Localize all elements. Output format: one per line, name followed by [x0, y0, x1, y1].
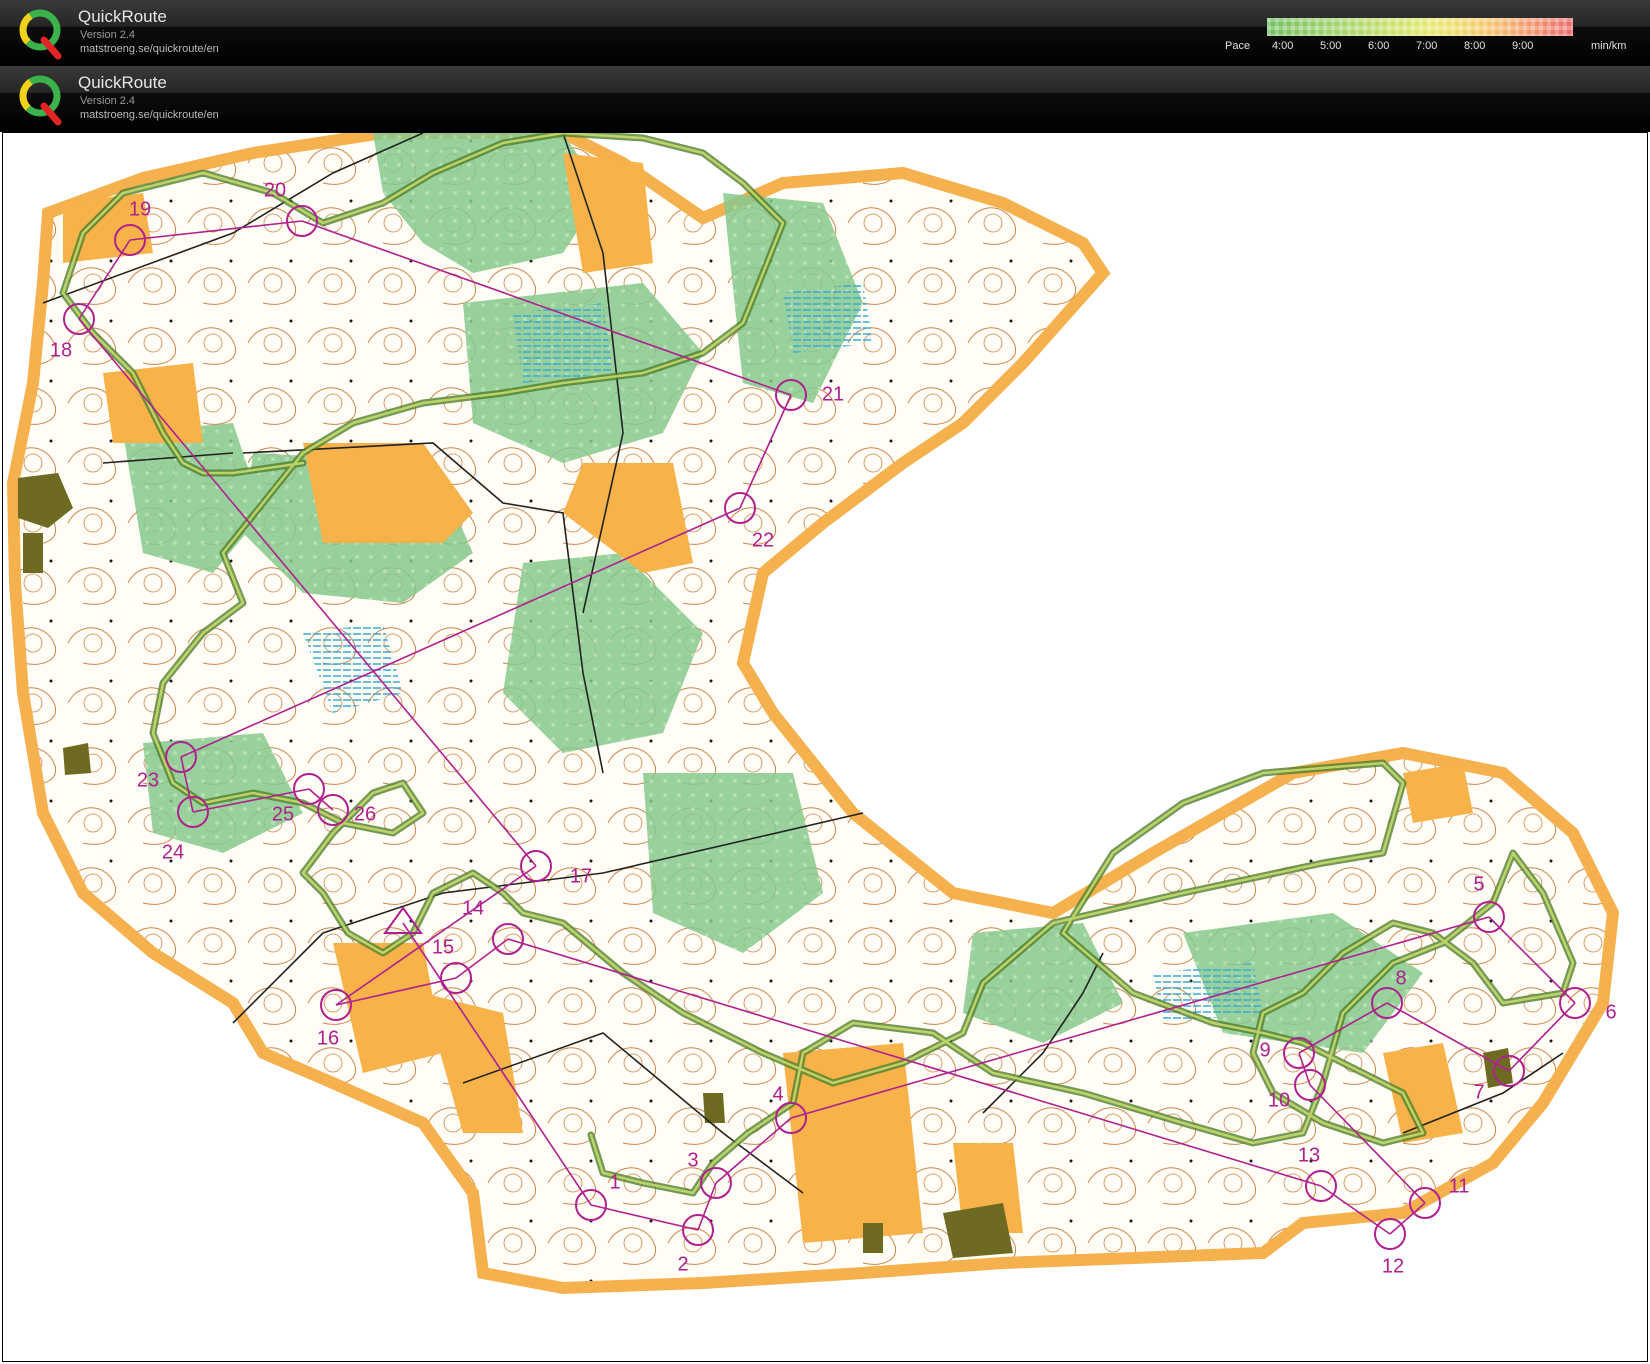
- control-number-11: 11: [1449, 1175, 1470, 1197]
- control-number-5: 5: [1473, 873, 1484, 895]
- pace-tick: 8:00: [1464, 40, 1486, 52]
- pace-tick: 4:00: [1272, 40, 1294, 52]
- control-number-2: 2: [677, 1253, 688, 1275]
- control-number-24: 24: [162, 841, 184, 863]
- control-number-22: 22: [752, 529, 774, 551]
- control-number-6: 6: [1605, 1001, 1616, 1023]
- quickroute-logo-icon: [19, 9, 62, 60]
- control-number-8: 8: [1395, 967, 1406, 989]
- quickroute-header-duplicate: QuickRoute Version 2.4 matstroeng.se/qui…: [0, 66, 1650, 132]
- control-number-4: 4: [772, 1083, 783, 1105]
- control-number-23: 23: [137, 769, 159, 791]
- control-number-7: 7: [1473, 1081, 1484, 1103]
- pace-tick: 7:00: [1416, 40, 1438, 52]
- app-name: QuickRoute: [78, 73, 167, 92]
- control-number-3: 3: [687, 1149, 698, 1171]
- control-number-16: 16: [317, 1027, 339, 1049]
- app-version: Version 2.4: [80, 95, 136, 107]
- control-number-19: 19: [129, 198, 151, 220]
- pace-unit: min/km: [1591, 40, 1627, 52]
- pace-color-scale: [1267, 18, 1573, 36]
- control-number-9: 9: [1259, 1039, 1270, 1061]
- pace-tick: 6:00: [1368, 40, 1390, 52]
- app-url: matstroeng.se/quickroute/en: [80, 43, 219, 55]
- pace-legend: Pace 4:00 5:00 6:00 7:00 8:00 9:00 min/k…: [1220, 18, 1644, 58]
- control-number-20: 20: [264, 179, 286, 201]
- control-number-26: 26: [354, 803, 376, 825]
- map-canvas[interactable]: 1234567891011121314151617181920212223242…: [3, 133, 1648, 1362]
- control-number-18: 18: [50, 339, 72, 361]
- quickroute-logo-icon: [19, 75, 62, 126]
- app-name: QuickRoute: [78, 7, 167, 26]
- quickroute-header: QuickRoute Version 2.4 matstroeng.se/qui…: [0, 0, 1650, 66]
- pace-label: Pace: [1225, 40, 1251, 52]
- control-number-14: 14: [462, 897, 484, 919]
- app-version: Version 2.4: [80, 29, 136, 41]
- app-url: matstroeng.se/quickroute/en: [80, 109, 219, 121]
- pace-tick: 5:00: [1320, 40, 1342, 52]
- control-number-10: 10: [1268, 1089, 1290, 1111]
- control-number-1: 1: [609, 1171, 620, 1193]
- control-number-13: 13: [1298, 1144, 1320, 1166]
- control-number-17: 17: [570, 865, 592, 887]
- control-number-15: 15: [432, 936, 454, 958]
- orienteering-map[interactable]: 1 2 3 4 5 6 7 8 9 10 11 12 13 14 15 16 17 18 19 20 21 22 23 24 2…: [2, 132, 1648, 1362]
- control-number-12: 12: [1382, 1255, 1404, 1277]
- control-number-25: 25: [272, 803, 294, 825]
- control-number-21: 21: [822, 383, 844, 405]
- pace-tick: 9:00: [1512, 40, 1534, 52]
